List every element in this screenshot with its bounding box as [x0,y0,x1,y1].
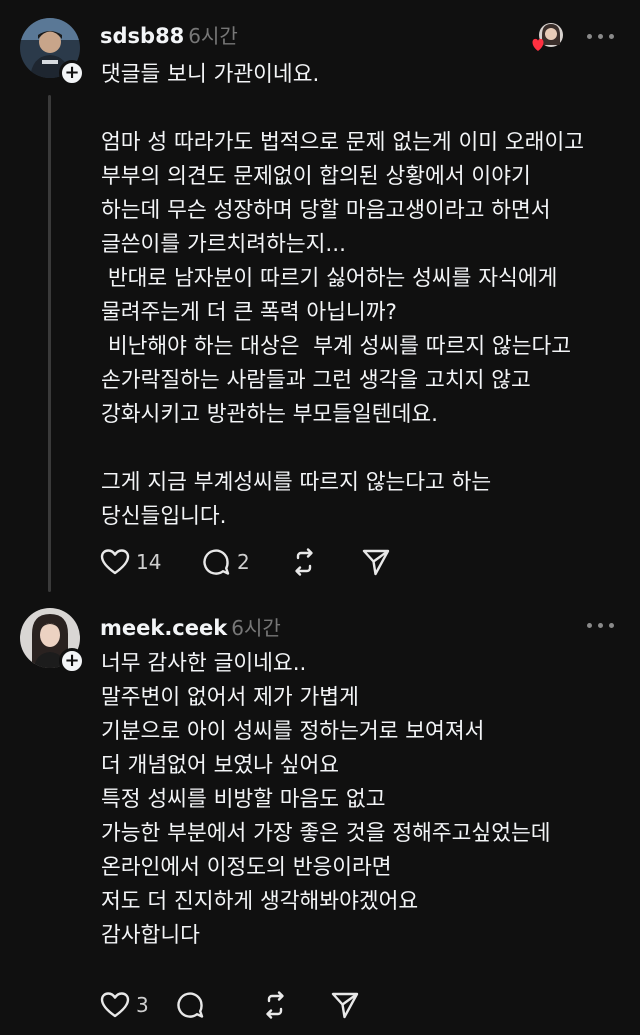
comment-body: 댓글들 보니 가관이네요. 엄마 성 따라가도 법적으로 문제 없는게 이미 오… [101,58,631,534]
comment-body: 너무 감사한 글이네요.. 말주변이 없어서 제가 가볍게 기분으로 아이 성씨… [101,647,631,953]
username[interactable]: sdsb88 6시간 [100,20,238,49]
liked-heart-icon [532,38,544,51]
username-text[interactable]: sdsb88 [100,24,184,48]
share-button[interactable] [361,547,391,577]
liker-avatar[interactable] [531,21,565,55]
action-bar: 14 2 [100,547,420,577]
username-text[interactable]: meek.ceek [100,616,227,640]
reply-button[interactable] [175,990,205,1020]
repost-button[interactable] [289,547,319,577]
send-icon [362,549,390,576]
comment-text: 너무 감사한 글이네요.. 말주변이 없어서 제가 가볍게 기분으로 아이 성씨… [101,651,551,948]
like-button[interactable]: 3 [100,990,149,1020]
comment-icon [203,549,230,575]
share-button[interactable] [330,990,360,1020]
username[interactable]: meek.ceek 6시간 [100,612,281,641]
more-dots-icon[interactable] [586,31,616,43]
like-count: 3 [136,993,149,1017]
thread-line [48,95,51,592]
timestamp: 6시간 [231,616,281,640]
comment-post: + meek.ceek 6시간 너무 감사한 글이네요.. 말주변이 없어서 제가… [0,595,640,1035]
send-icon [331,992,359,1019]
heart-icon [100,992,130,1018]
repost-icon [295,548,313,576]
like-button[interactable]: 14 [100,547,161,577]
heart-icon [100,549,130,575]
comment-text: 댓글들 보니 가관이네요. 엄마 성 따라가도 법적으로 문제 없는게 이미 오… [101,62,585,529]
reply-count: 2 [237,550,250,574]
follow-plus-button[interactable]: + [59,648,85,674]
comment-icon [177,992,204,1018]
comment-post: + sdsb88 6시간 댓글들 보니 가관이네요. 엄마 성 따라가도 법적으로… [0,0,640,595]
repost-icon [266,991,284,1019]
repost-button[interactable] [260,990,290,1020]
follow-plus-button[interactable]: + [59,60,85,86]
more-dots-icon[interactable] [586,620,616,632]
like-count: 14 [136,550,162,574]
timestamp: 6시간 [188,24,238,48]
reply-button[interactable]: 2 [201,547,250,577]
action-bar: 3 [100,990,420,1020]
